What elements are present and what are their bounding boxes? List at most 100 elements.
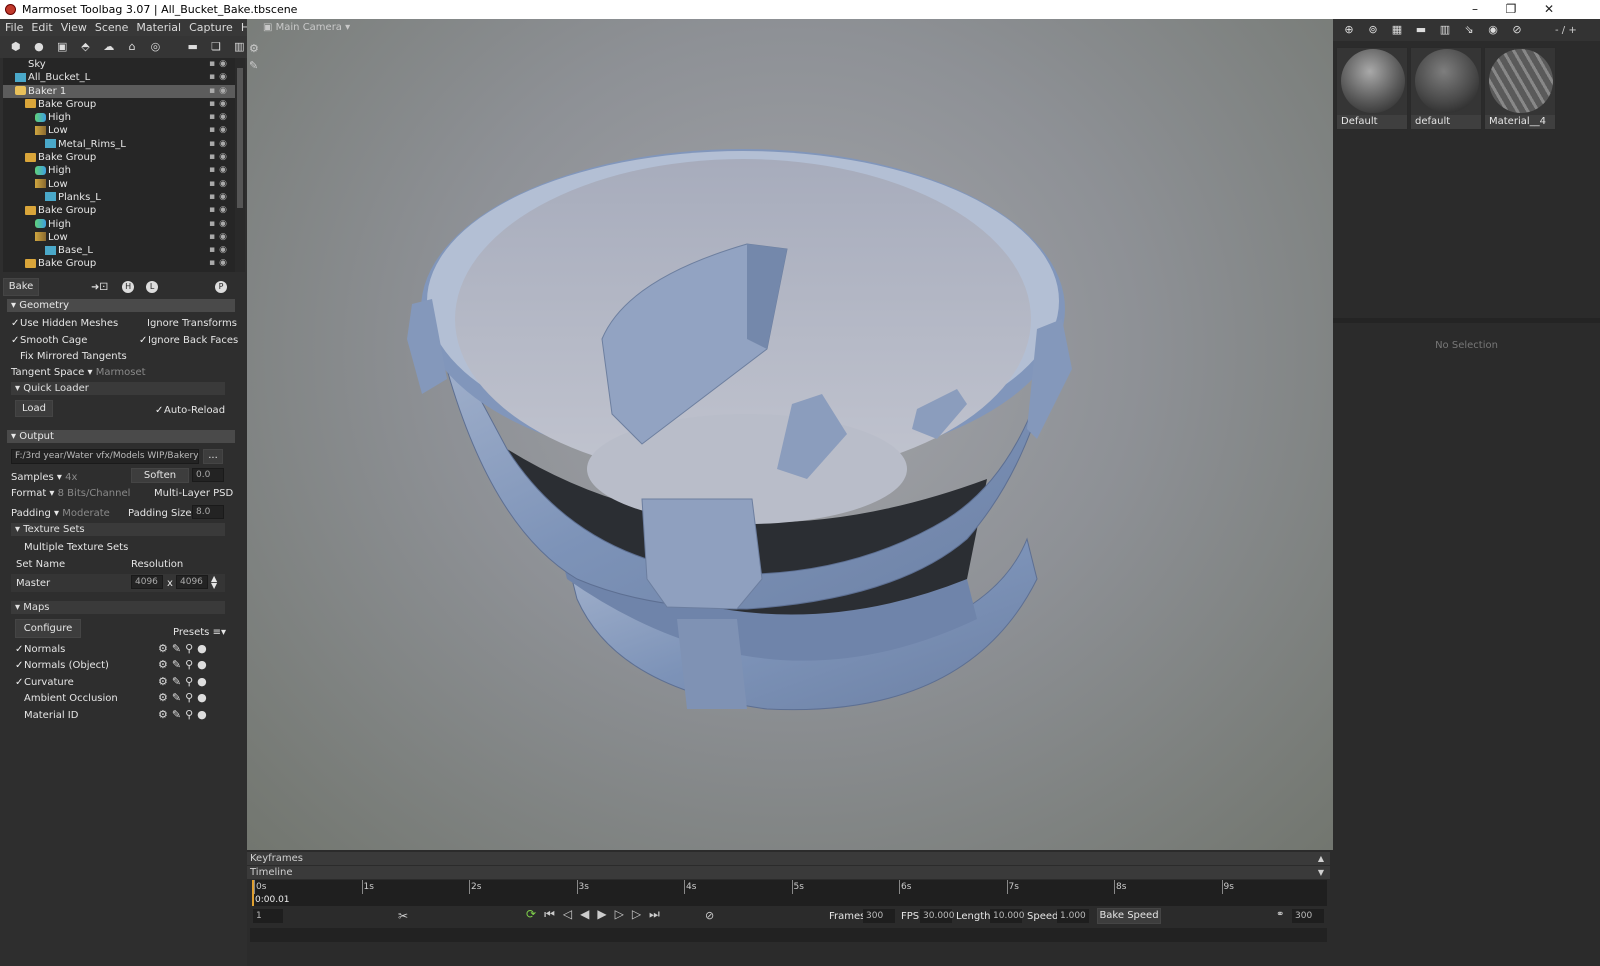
playhead[interactable] <box>252 880 254 906</box>
samples-dropdown[interactable]: Samples ▾ 4x <box>11 472 77 483</box>
geometry-section-header[interactable]: ▾ Geometry <box>7 299 235 312</box>
output-section-header[interactable]: ▾ Output <box>7 430 235 443</box>
visibility-lock-icon[interactable]: ▪◉ <box>209 85 231 98</box>
padding-dropdown[interactable]: Padding ▾ Moderate <box>11 508 110 519</box>
material-apply-icon[interactable]: ◉ <box>1485 23 1501 37</box>
end-frame-field[interactable]: 300 <box>1292 909 1324 923</box>
prev-key-icon[interactable]: ◁ <box>563 907 580 921</box>
visibility-lock-icon[interactable]: ▪◉ <box>209 178 231 191</box>
speed-field[interactable]: 1.000 <box>1057 909 1089 923</box>
record-off-icon[interactable]: ⊘ <box>705 909 714 922</box>
tree-item[interactable]: High ▪◉ <box>3 111 235 124</box>
duplicate-material-icon[interactable]: ⊚ <box>1365 23 1381 37</box>
material-grid-icon[interactable]: ▦ <box>1389 23 1405 37</box>
add-fog-icon[interactable]: ☁ <box>101 40 116 54</box>
add-light-icon[interactable]: ● <box>31 40 46 54</box>
visibility-lock-icon[interactable]: ▪◉ <box>209 244 231 257</box>
visibility-lock-icon[interactable]: ▪◉ <box>209 58 231 71</box>
tree-item[interactable]: Low ▪◉ <box>3 178 235 191</box>
tree-item[interactable]: Metal_Rims_L ▪◉ <box>3 138 235 151</box>
viewport[interactable] <box>247 19 1333 850</box>
visibility-lock-icon[interactable]: ▪◉ <box>209 151 231 164</box>
tree-item[interactable]: Bake Group ▪◉ <box>3 98 235 111</box>
visibility-lock-icon[interactable]: ▪◉ <box>209 204 231 217</box>
menu-file[interactable]: File <box>5 21 23 34</box>
frame-field[interactable]: 1 <box>253 909 283 923</box>
visibility-lock-icon[interactable]: ▪◉ <box>209 231 231 244</box>
use-hidden-meshes-checkbox[interactable]: ✓Use Hidden Meshes <box>11 318 118 329</box>
soften-field[interactable]: 0.0 <box>192 468 224 482</box>
map-item[interactable]: ✓Normals <box>15 644 65 655</box>
panel-divider[interactable] <box>1333 318 1600 323</box>
material-swatch-default[interactable]: Default <box>1336 47 1408 130</box>
frames-field[interactable]: 300 <box>863 909 895 923</box>
step-forward-icon[interactable]: ▷ <box>615 907 632 921</box>
add-turntable-icon[interactable]: ◎ <box>148 40 163 54</box>
tree-item[interactable]: Sky ▪◉ <box>3 58 235 71</box>
play-icon[interactable]: ▶ <box>597 907 614 921</box>
tree-item[interactable]: High ▪◉ <box>3 164 235 177</box>
expand-keyframes-icon[interactable]: ▲ <box>1318 852 1324 865</box>
visibility-lock-icon[interactable]: ▪◉ <box>209 98 231 111</box>
tangent-space-dropdown[interactable]: Tangent Space ▾ Marmoset <box>11 367 146 378</box>
next-key-icon[interactable]: ▷ <box>632 907 649 921</box>
map-item[interactable]: ✓Normals (Object) <box>15 660 109 671</box>
tree-item[interactable]: Low ▪◉ <box>3 124 235 137</box>
low-button[interactable]: L <box>146 281 159 293</box>
padding-size-field[interactable]: 8.0 <box>192 505 224 519</box>
fix-mirrored-tangents-checkbox[interactable]: Fix Mirrored Tangents <box>11 351 127 362</box>
material-picker-icon[interactable]: ⇘ <box>1461 23 1477 37</box>
visibility-lock-icon[interactable]: ▪◉ <box>209 218 231 231</box>
visibility-lock-icon[interactable]: ▪◉ <box>209 257 231 270</box>
delete-material-icon[interactable]: ▥ <box>1437 23 1453 37</box>
resolution-width-field[interactable]: 4096 <box>131 575 163 589</box>
timeline-scrub-bar[interactable] <box>250 928 1327 942</box>
preview-button[interactable]: P <box>215 281 228 293</box>
skip-start-icon[interactable]: ⏮ <box>544 907 563 921</box>
map-item[interactable]: ✓Curvature <box>15 677 74 688</box>
tree-item[interactable]: Base_L ▪◉ <box>3 244 235 257</box>
map-settings-icons[interactable]: ⚙✎⚲● <box>158 658 211 671</box>
tree-item[interactable]: Planks_L ▪◉ <box>3 191 235 204</box>
viewport-settings-icon[interactable]: ⚙ <box>249 40 259 57</box>
visibility-lock-icon[interactable]: ▪◉ <box>209 124 231 137</box>
time-ruler[interactable]: 0s 1s 2s 3s 4s 5s 6s 7s 8s 9s <box>252 880 1327 906</box>
add-camera-icon[interactable]: ▣ <box>55 40 70 54</box>
length-field[interactable]: 10.000 <box>990 909 1025 923</box>
tree-item[interactable]: Baker 1 ▪◉ <box>3 84 235 98</box>
visibility-lock-icon[interactable]: ▪◉ <box>209 191 231 204</box>
minimize-button[interactable]: – <box>1457 0 1493 19</box>
texture-sets-section-header[interactable]: ▾ Texture Sets <box>11 523 225 536</box>
configure-button[interactable]: Configure <box>15 619 81 638</box>
map-checkbox[interactable]: ✓ <box>15 644 24 655</box>
presets-dropdown[interactable]: Presets ≡▾ <box>173 627 226 638</box>
scissors-icon[interactable]: ✂ <box>398 909 408 923</box>
soften-button[interactable]: Soften <box>131 468 189 483</box>
maps-section-header[interactable]: ▾ Maps <box>11 601 225 614</box>
tree-item[interactable]: Bake Group ▪◉ <box>3 204 235 217</box>
format-dropdown[interactable]: Format ▾ 8 Bits/Channel <box>11 488 130 499</box>
map-settings-icons[interactable]: ⚙✎⚲● <box>158 675 211 688</box>
resolution-stepper-icon[interactable]: ▲ ▼ <box>211 575 217 590</box>
high-button[interactable]: H <box>122 281 135 293</box>
link-icon[interactable]: ⚭ <box>1276 909 1284 920</box>
material-clear-icon[interactable]: ⊘ <box>1509 23 1525 37</box>
browse-button[interactable]: ... <box>203 449 223 464</box>
map-settings-icons[interactable]: ⚙✎⚲● <box>158 691 211 704</box>
skip-end-icon[interactable]: ⏭ <box>649 907 668 921</box>
add-mesh-icon[interactable]: ⬢ <box>8 40 23 54</box>
material-swatch-default-2[interactable]: default <box>1410 47 1482 130</box>
add-baker-icon[interactable]: ⌂ <box>124 40 139 54</box>
map-item[interactable]: Material ID <box>15 710 78 721</box>
output-path-field[interactable]: F:/3rd year/Water vfx/Models WIP/Bakery/… <box>11 449 199 464</box>
visibility-lock-icon[interactable]: ▪◉ <box>209 111 231 124</box>
map-settings-icons[interactable]: ⚙✎⚲● <box>158 708 211 721</box>
tree-item[interactable]: All_Bucket_L ▪◉ <box>3 71 235 84</box>
resolution-height-field[interactable]: 4096 <box>176 575 208 589</box>
menu-material[interactable]: Material <box>136 21 181 34</box>
tree-item[interactable]: Bake Group ▪◉ <box>3 257 235 270</box>
map-checkbox[interactable]: ✓ <box>15 677 24 688</box>
visibility-lock-icon[interactable]: ▪◉ <box>209 164 231 177</box>
collapse-timeline-icon[interactable]: ▼ <box>1318 866 1324 879</box>
map-checkbox[interactable]: ✓ <box>15 660 24 671</box>
